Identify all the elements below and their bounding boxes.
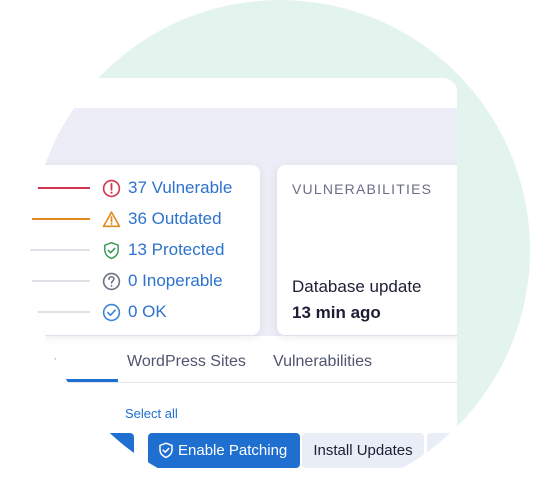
- status-row-ok[interactable]: 0 OK: [30, 299, 260, 325]
- enable-patching-button[interactable]: Enable Patching: [148, 433, 300, 468]
- status-row-protected[interactable]: 13 Protected: [30, 237, 260, 263]
- exclamation-circle-icon: [102, 179, 121, 198]
- status-line: [30, 311, 90, 313]
- warning-triangle-icon: [102, 211, 121, 228]
- circular-viewport: 37 Vulnerable 36 Outdated 13 Protected 0…: [30, 0, 530, 500]
- status-line: [30, 187, 90, 189]
- status-row-vulnerable[interactable]: 37 Vulnerable: [30, 175, 260, 201]
- partial-secondary-button[interactable]: [427, 433, 457, 468]
- database-update-time: 13 min ago: [292, 303, 381, 322]
- tab-bar: ervers WordPress Sites Vulnerabilities: [30, 343, 457, 385]
- status-row-outdated[interactable]: 36 Outdated: [30, 206, 260, 232]
- status-label: 37 Vulnerable: [128, 178, 233, 197]
- status-summary-card: 37 Vulnerable 36 Outdated 13 Protected 0…: [30, 165, 260, 335]
- app-panel: 37 Vulnerable 36 Outdated 13 Protected 0…: [30, 78, 457, 500]
- tab-servers[interactable]: ervers: [30, 353, 56, 371]
- partial-action-button[interactable]: [30, 433, 134, 468]
- check-circle-icon: [102, 303, 121, 322]
- shield-check-icon: [104, 241, 119, 260]
- scene: 37 Vulnerable 36 Outdated 13 Protected 0…: [0, 0, 560, 500]
- question-circle-icon: [102, 272, 121, 291]
- status-label: 36 Outdated: [128, 209, 222, 228]
- status-line: [30, 218, 90, 220]
- dashboard-area: 37 Vulnerable 36 Outdated 13 Protected 0…: [30, 108, 457, 336]
- status-label: 13 Protected: [128, 240, 225, 259]
- tab-wordpress-sites[interactable]: WordPress Sites: [127, 353, 246, 371]
- database-update-label: Database update: [292, 277, 422, 296]
- enable-patching-label: Enable Patching: [178, 442, 288, 459]
- tab-vulnerabilities[interactable]: Vulnerabilities: [273, 353, 372, 371]
- tab-divider: [30, 382, 457, 383]
- vulnerabilities-card[interactable]: VULNERABILITIES Database update 13 min a…: [277, 165, 457, 335]
- selection-total-label: tal: [60, 406, 74, 421]
- selection-bar: tal Select all: [30, 403, 457, 423]
- status-line: [30, 249, 90, 251]
- install-updates-button[interactable]: Install Updates: [302, 433, 424, 468]
- vulnerabilities-card-title: VULNERABILITIES: [292, 181, 433, 197]
- status-label: 0 OK: [128, 302, 167, 321]
- status-label: 0 Inoperable: [128, 271, 223, 290]
- status-line: [30, 280, 90, 282]
- shield-check-icon: [159, 442, 173, 459]
- select-all-link[interactable]: Select all: [125, 406, 178, 421]
- status-row-inoperable[interactable]: 0 Inoperable: [30, 268, 260, 294]
